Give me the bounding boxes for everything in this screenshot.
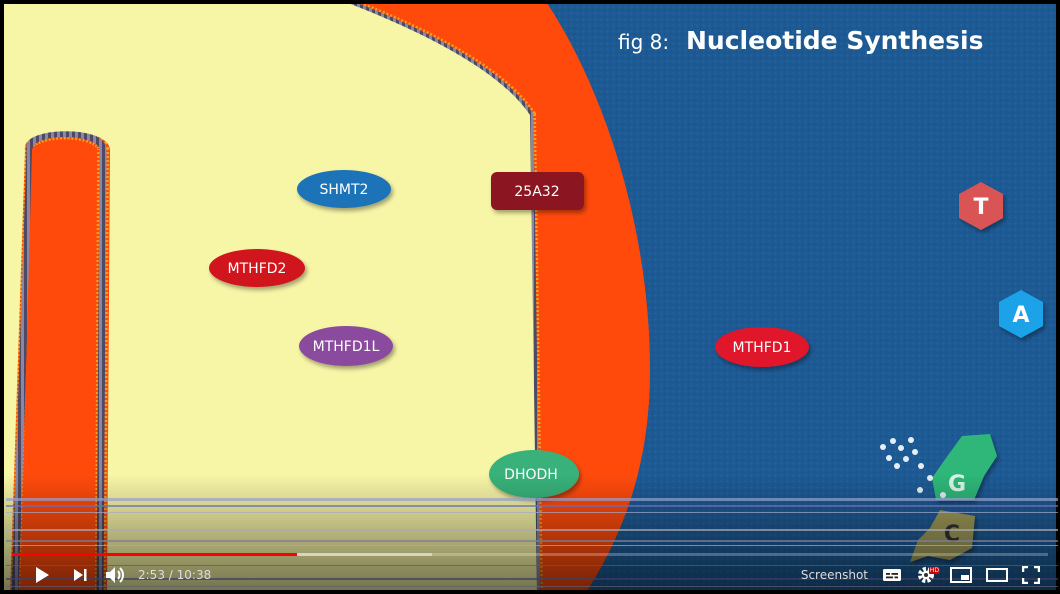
progress-played [12,553,297,556]
enzyme-shmt2: SHMT2 [297,170,391,208]
enzyme-mthfd1l: MTHFD1L [299,326,393,366]
enzyme-mthfd2: MTHFD2 [209,249,305,287]
enzyme-25a32: 25A32 [491,172,584,210]
fullscreen-button[interactable] [1022,566,1040,584]
right-controls: Screenshot HD [801,560,1040,590]
enzyme-mthfd1: MTHFD1 [715,327,809,367]
svg-text:MTHFD1L: MTHFD1L [313,339,380,355]
miniplayer-icon [950,567,972,583]
video-player[interactable]: fig 8: Nucleotide Synthesis SHMT2 25A32 … [0,0,1060,594]
play-icon [36,567,49,583]
svg-text:25A32: 25A32 [514,184,559,200]
progress-bar[interactable] [12,553,1048,556]
next-icon [74,569,87,581]
svg-text:A: A [1012,303,1029,328]
screenshot-button[interactable]: Screenshot [801,568,868,582]
svg-text:SHMT2: SHMT2 [320,182,369,198]
theater-button[interactable] [986,568,1008,582]
mute-button[interactable] [102,560,128,590]
svg-text:G: G [948,472,966,497]
theater-icon [986,568,1008,582]
video-frame[interactable]: fig 8: Nucleotide Synthesis SHMT2 25A32 … [0,0,1060,594]
volume-icon [106,567,124,583]
svg-text:MTHFD1: MTHFD1 [733,340,792,356]
current-time: 2:53 [138,568,165,582]
duration: 10:38 [176,568,212,582]
figure-title: Nucleotide Synthesis [686,26,983,55]
play-button[interactable] [30,560,54,590]
figure-label: fig 8: [618,30,669,54]
svg-text:DHODH: DHODH [504,467,558,483]
subtitles-icon [883,569,901,581]
time-separator: / [164,568,177,582]
next-button[interactable] [68,560,92,590]
subtitles-button[interactable] [882,567,902,583]
fullscreen-icon [1022,566,1040,584]
player-controls: 2:53 / 10:38 Screenshot HD [0,560,1060,590]
svg-text:T: T [973,195,988,220]
hd-badge: HD [928,567,940,574]
svg-text:MTHFD2: MTHFD2 [228,261,287,277]
settings-button[interactable]: HD [916,565,940,585]
enzyme-dhodh: DHODH [489,450,579,498]
miniplayer-button[interactable] [950,567,972,583]
time-display: 2:53 / 10:38 [138,568,211,582]
svg-text:C: C [944,522,960,547]
crista [20,141,97,594]
